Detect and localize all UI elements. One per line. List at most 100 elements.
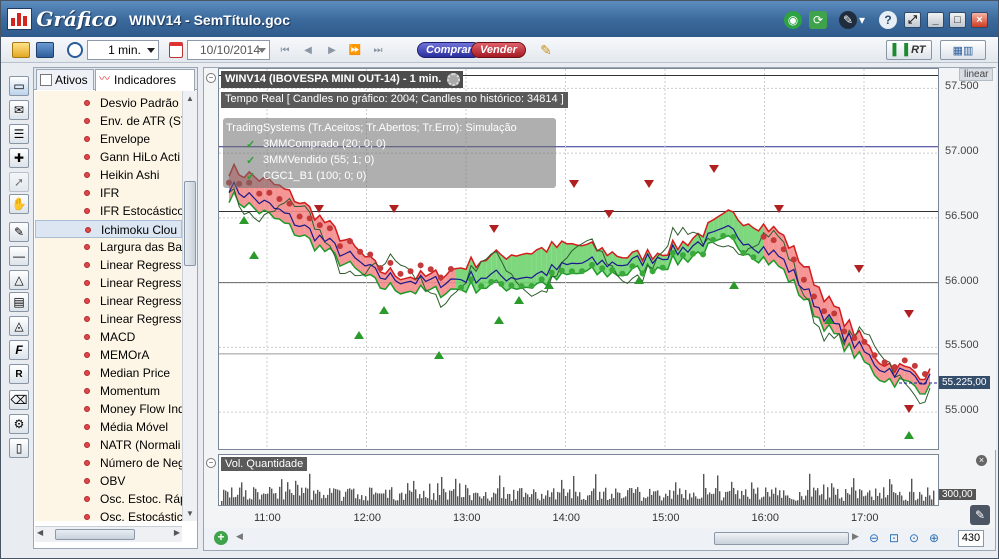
- volume-bar: [227, 491, 229, 505]
- minimize-button[interactable]: _: [927, 12, 944, 28]
- vertical-scrollbar[interactable]: ▲ ▼: [182, 91, 197, 521]
- indicator-item[interactable]: Linear Regressi: [35, 274, 182, 292]
- formula-icon[interactable]: F: [9, 340, 29, 360]
- indicator-item[interactable]: Linear Regressi: [35, 256, 182, 274]
- erase-icon[interactable]: ⌫: [9, 390, 29, 410]
- volume-bar: [507, 493, 509, 505]
- indicator-item[interactable]: Median Price: [35, 364, 182, 382]
- pin-button[interactable]: ⤢: [904, 12, 921, 28]
- add-shape-icon[interactable]: △: [9, 270, 29, 290]
- sell-arrow-icon: [904, 310, 914, 318]
- hand-icon[interactable]: ✋: [9, 194, 29, 214]
- edit-icon[interactable]: ✎: [537, 40, 555, 60]
- layout-button[interactable]: ▦▥: [940, 40, 986, 60]
- indicator-item[interactable]: Linear Regressi: [35, 310, 182, 328]
- indicator-item[interactable]: Osc. Estocástic: [35, 508, 182, 521]
- date-field[interactable]: 10/10/2014: [187, 40, 270, 60]
- realtime-button[interactable]: ▌▐ RT: [886, 40, 932, 60]
- logo-icon: [7, 8, 33, 30]
- last-icon[interactable]: ⏭: [371, 40, 385, 60]
- pencil-icon[interactable]: ✎: [9, 222, 29, 242]
- scroll-thumb[interactable]: [184, 181, 196, 266]
- fibonacci-icon[interactable]: ◬: [9, 316, 29, 336]
- horizontal-line-icon[interactable]: ―: [9, 246, 29, 266]
- indicator-item[interactable]: Média Móvel: [35, 418, 182, 436]
- indicator-item[interactable]: Linear Regressi: [35, 292, 182, 310]
- volume-bar: [325, 497, 327, 505]
- first-icon[interactable]: ⏮: [278, 40, 292, 60]
- indicator-item[interactable]: OBV: [35, 472, 182, 490]
- interval-select[interactable]: 1 min.: [87, 40, 159, 60]
- document-icon[interactable]: ▯: [9, 438, 29, 458]
- close-volume-icon[interactable]: ×: [976, 455, 987, 466]
- calendar-button[interactable]: [167, 40, 185, 60]
- save-button[interactable]: [35, 40, 55, 60]
- tools-icon[interactable]: ✎: [839, 11, 857, 29]
- indicator-item[interactable]: Ichimoku Clou: [35, 220, 182, 238]
- zoom-fit-icon[interactable]: ⊡: [889, 531, 899, 545]
- help-icon[interactable]: ?: [879, 11, 897, 29]
- zoom-value-field[interactable]: 430: [958, 530, 984, 547]
- list-icon[interactable]: ☰: [9, 124, 29, 144]
- indicator-item[interactable]: Gann HiLo Acti: [35, 148, 182, 166]
- volume-bar: [289, 489, 291, 505]
- indicator-item[interactable]: Heikin Ashi: [35, 166, 182, 184]
- sell-arrow-icon: [489, 225, 499, 233]
- volume-bar: [653, 491, 655, 505]
- connection-icon[interactable]: ◉: [784, 11, 802, 29]
- refresh-icon[interactable]: ⟳: [809, 11, 827, 29]
- crosshair-icon[interactable]: ✚: [9, 148, 29, 168]
- indicator-item[interactable]: Momentum: [35, 382, 182, 400]
- indicator-item[interactable]: IFR Estocástico: [35, 202, 182, 220]
- notes-icon[interactable]: ✉: [9, 100, 29, 120]
- wrench-icon[interactable]: ✎: [970, 505, 990, 525]
- regression-icon[interactable]: R: [9, 364, 29, 384]
- scroll-left-icon[interactable]: ◀: [236, 531, 243, 542]
- volume-bar: [701, 497, 703, 505]
- indicator-item[interactable]: Largura das Bar: [35, 238, 182, 256]
- indicator-item[interactable]: IFR: [35, 184, 182, 202]
- indicator-label: MEMOrA: [100, 348, 150, 362]
- prev-icon[interactable]: ◀: [301, 40, 315, 60]
- indicator-item[interactable]: MEMOrA: [35, 346, 182, 364]
- indicator-item[interactable]: Desvio Padrão: [35, 94, 182, 112]
- zoom-in-icon[interactable]: ⊕: [929, 531, 939, 545]
- volume-bar: [691, 497, 693, 505]
- scroll-right-icon[interactable]: ▶: [852, 531, 859, 542]
- volume-bar: [819, 495, 821, 505]
- tab-indicadores[interactable]: 〰 Indicadores: [95, 69, 195, 91]
- interval-clock-button[interactable]: [65, 40, 85, 60]
- open-button[interactable]: [11, 40, 31, 60]
- volume-bar: [255, 488, 257, 505]
- channel-icon[interactable]: ▤: [9, 292, 29, 312]
- sell-button[interactable]: Vender: [471, 42, 526, 58]
- collapse-volume-icon[interactable]: −: [206, 458, 216, 468]
- indicator-item[interactable]: Osc. Estoc. Ráp: [35, 490, 182, 508]
- zoom-reset-icon[interactable]: ⊙: [909, 531, 919, 545]
- indicator-item[interactable]: NATR (Normali: [35, 436, 182, 454]
- indicator-item[interactable]: Env. de ATR (ST: [35, 112, 182, 130]
- collapse-icon[interactable]: −: [206, 73, 216, 83]
- chart-scroll-thumb[interactable]: [714, 532, 849, 545]
- tab-ativos[interactable]: Ativos: [36, 69, 94, 90]
- pointer-icon[interactable]: ➚: [9, 172, 29, 192]
- horizontal-scrollbar[interactable]: ◀ ▶: [35, 526, 182, 542]
- zoom-out-icon[interactable]: ⊖: [869, 531, 879, 545]
- indicator-item[interactable]: Número de Neg: [35, 454, 182, 472]
- dropdown-arrow-icon[interactable]: ▾: [857, 11, 867, 29]
- volume-plot[interactable]: Vol. Quantidade: [218, 454, 939, 506]
- settings-icon[interactable]: ⚙: [9, 414, 29, 434]
- indicator-item[interactable]: Envelope: [35, 130, 182, 148]
- indicator-item[interactable]: Money Flow Ind: [35, 400, 182, 418]
- maximize-button[interactable]: □: [949, 12, 966, 28]
- indicator-item[interactable]: MACD: [35, 328, 182, 346]
- scale-label[interactable]: linear: [959, 68, 994, 81]
- window-icon[interactable]: ▭: [9, 76, 29, 96]
- scroll-thumb-horizontal[interactable]: [55, 529, 135, 540]
- price-plot[interactable]: WINV14 (IBOVESPA MINI OUT-14) - 1 min. T…: [218, 68, 939, 450]
- next-icon[interactable]: ▶: [325, 40, 339, 60]
- forward-icon[interactable]: ⏩: [348, 40, 362, 60]
- gear-icon[interactable]: [447, 73, 461, 86]
- close-button[interactable]: ×: [971, 12, 988, 28]
- add-icon[interactable]: +: [214, 531, 228, 545]
